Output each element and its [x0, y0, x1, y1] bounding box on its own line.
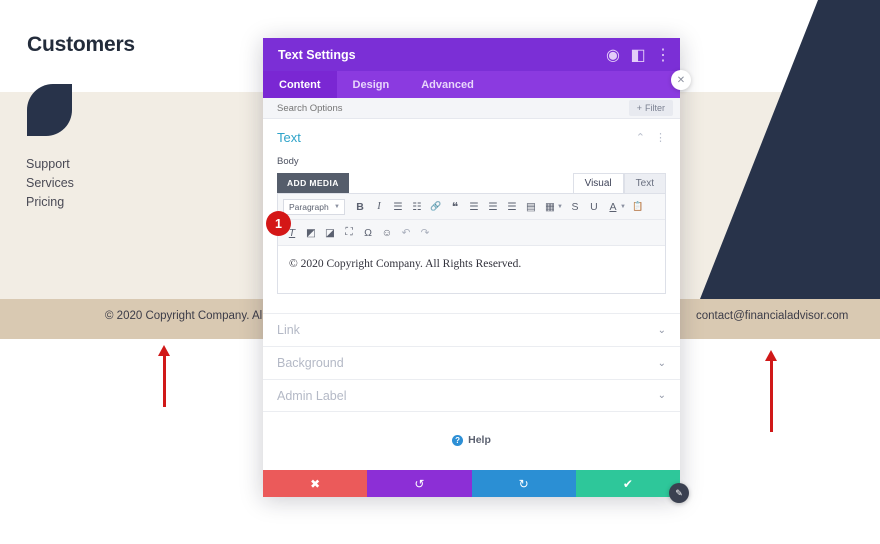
undo-icon[interactable]: ↶: [397, 224, 415, 241]
kebab-menu-icon[interactable]: ⋮: [655, 47, 671, 64]
special-character-icon[interactable]: Ω: [359, 224, 377, 241]
text-section-header: Text ⌃ ⋮: [277, 130, 666, 145]
align-right-icon[interactable]: ☰: [503, 198, 521, 215]
kebab-menu-icon[interactable]: ⋮: [655, 131, 666, 144]
editor-toolbar-top-row: ADD MEDIA Visual Text: [277, 173, 666, 193]
page-title: Customers: [27, 33, 135, 56]
undo-button[interactable]: ↺: [367, 470, 472, 497]
text-section: Text ⌃ ⋮ Body ADD MEDIA Visual Text Para…: [263, 119, 680, 294]
modal-header-icons: ◉ ◧ ⋮: [606, 47, 671, 64]
editor-toolbar-row-1: Paragraph ▼ B I ☰ ☷ 🔗 ❝ ☰ ☰ ☰ ▤ ▦ ▼ S U …: [278, 194, 665, 220]
chevron-up-icon[interactable]: ⌃: [636, 131, 645, 144]
chevron-down-icon[interactable]: ▼: [620, 204, 626, 210]
bold-icon[interactable]: B: [351, 198, 369, 215]
modal-tab-bar: Content Design Advanced: [263, 71, 680, 98]
align-justify-icon[interactable]: ▤: [522, 198, 540, 215]
help-label: Help: [468, 434, 491, 446]
wysiwyg-editor: Paragraph ▼ B I ☰ ☷ 🔗 ❝ ☰ ☰ ☰ ▤ ▦ ▼ S U …: [277, 193, 666, 294]
chevron-down-icon: ⌄: [657, 357, 666, 369]
body-field-label: Body: [277, 156, 299, 167]
chevron-down-icon[interactable]: ▼: [557, 204, 563, 210]
align-left-icon[interactable]: ☰: [465, 198, 483, 215]
layout-split-icon[interactable]: ◧: [630, 47, 645, 64]
link-icon[interactable]: 🔗: [427, 198, 445, 215]
nav-link-pricing[interactable]: Pricing: [26, 193, 74, 212]
editor-content-area[interactable]: © 2020 Copyright Company. All Rights Res…: [278, 246, 665, 293]
close-circle-icon[interactable]: ✕: [671, 70, 691, 90]
tab-content[interactable]: Content: [263, 71, 337, 98]
arrow-shaft: [163, 354, 166, 407]
question-mark-icon: ?: [452, 434, 464, 446]
accordion-label: Admin Label: [277, 388, 347, 403]
blockquote-icon[interactable]: ❝: [446, 198, 464, 215]
chevron-down-icon: ⌄: [657, 324, 666, 336]
step-badge-1: 1: [266, 211, 291, 236]
chevron-down-icon: ▼: [334, 203, 340, 210]
emoji-icon[interactable]: ☺: [378, 224, 396, 241]
filter-button[interactable]: + Filter: [628, 100, 673, 116]
help-link[interactable]: ? Help: [263, 434, 680, 446]
tab-advanced[interactable]: Advanced: [405, 71, 490, 98]
filter-button-label: Filter: [645, 103, 665, 113]
accordion-item-admin-label[interactable]: Admin Label ⌄: [263, 379, 680, 412]
italic-icon[interactable]: I: [370, 198, 388, 215]
numbered-list-icon[interactable]: ☷: [408, 198, 426, 215]
search-input[interactable]: [277, 102, 629, 114]
paste-as-text-icon[interactable]: 📋: [629, 198, 647, 215]
editor-toolbar-row-2: T ◩ ◪ ⛶ Ω ☺ ↶ ↷: [278, 220, 665, 246]
add-media-button[interactable]: ADD MEDIA: [277, 173, 349, 193]
modal-header[interactable]: Text Settings ◉ ◧ ⋮: [263, 38, 680, 71]
options-accordion: Link ⌄ Background ⌄ Admin Label ⌄: [263, 313, 680, 412]
redo-icon[interactable]: ↷: [416, 224, 434, 241]
modal-action-bar: ✖ ↺ ↻ ✔: [263, 470, 680, 497]
chevron-down-icon: ⌄: [657, 390, 666, 401]
nav-link-support[interactable]: Support: [26, 155, 74, 174]
cancel-button[interactable]: ✖: [263, 470, 368, 497]
modal-title: Text Settings: [278, 47, 356, 62]
strikethrough-icon[interactable]: S: [566, 198, 584, 215]
footer-contact-email[interactable]: contact@financialadvisor.com: [696, 310, 848, 322]
outdent-icon[interactable]: ◩: [302, 224, 320, 241]
bulleted-list-icon[interactable]: ☰: [389, 198, 407, 215]
accordion-item-link[interactable]: Link ⌄: [263, 313, 680, 346]
footer-nav-links: Support Services Pricing: [26, 155, 74, 212]
text-settings-modal: Text Settings ◉ ◧ ⋮ Content Design Advan…: [263, 38, 680, 497]
annotation-arrow-up-left: [155, 345, 175, 407]
accordion-label: Link: [277, 323, 300, 337]
fullscreen-icon[interactable]: ⛶: [340, 224, 358, 241]
paragraph-format-select[interactable]: Paragraph ▼: [283, 198, 345, 215]
redo-button[interactable]: ↻: [471, 470, 576, 497]
accordion-label: Background: [277, 356, 344, 370]
paragraph-format-value: Paragraph: [289, 201, 329, 212]
section-title: Text: [277, 130, 301, 145]
plus-icon: +: [636, 103, 642, 113]
underline-icon[interactable]: U: [585, 198, 603, 215]
save-button[interactable]: ✔: [575, 470, 680, 497]
editor-mode-tabs: Visual Text: [572, 173, 666, 193]
nav-link-services[interactable]: Services: [26, 174, 74, 193]
target-icon[interactable]: ◉: [606, 47, 620, 64]
tab-visual[interactable]: Visual: [572, 173, 624, 193]
arrow-shaft: [770, 359, 773, 432]
search-options-row: + Filter: [263, 98, 680, 119]
resize-handle-icon[interactable]: ✎: [669, 483, 689, 503]
indent-icon[interactable]: ◪: [321, 224, 339, 241]
tab-design[interactable]: Design: [337, 71, 406, 98]
align-center-icon[interactable]: ☰: [484, 198, 502, 215]
tab-text[interactable]: Text: [623, 173, 666, 193]
accordion-item-background[interactable]: Background ⌄: [263, 346, 680, 379]
annotation-arrow-up-right: [762, 350, 782, 432]
